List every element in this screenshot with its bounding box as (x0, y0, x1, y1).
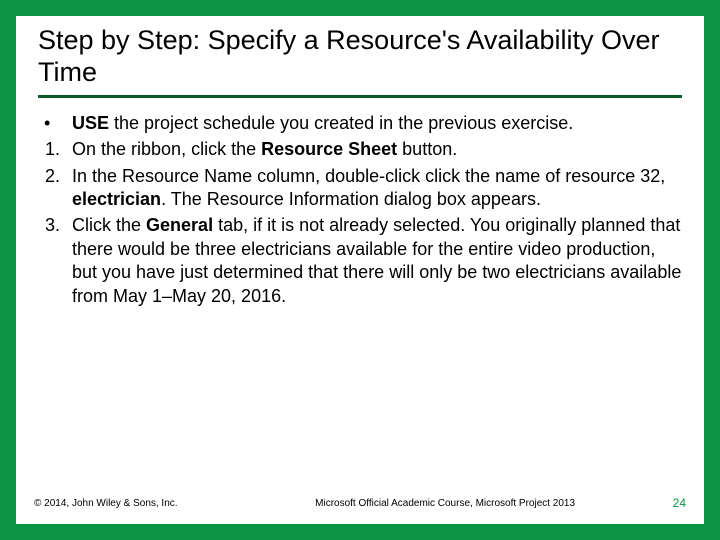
step-1: 1. On the ribbon, click the Resource She… (38, 138, 682, 161)
title-block: Step by Step: Specify a Resource's Avail… (16, 16, 704, 89)
bullet-marker: 3. (38, 214, 72, 237)
step-2: 2. In the Resource Name column, double-c… (38, 165, 682, 212)
bullet-marker: 2. (38, 165, 72, 188)
footer: © 2014, John Wiley & Sons, Inc. Microsof… (16, 496, 704, 524)
bullet-marker: 1. (38, 138, 72, 161)
bullet-text: USE the project schedule you created in … (72, 112, 682, 135)
slide-frame: Step by Step: Specify a Resource's Avail… (16, 16, 704, 524)
slide-title: Step by Step: Specify a Resource's Avail… (38, 24, 682, 89)
bullet-text: On the ribbon, click the Resource Sheet … (72, 138, 682, 161)
step-3: 3. Click the General tab, if it is not a… (38, 214, 682, 308)
bullet-text: Click the General tab, if it is not alre… (72, 214, 682, 308)
footer-copyright: © 2014, John Wiley & Sons, Inc. (34, 498, 178, 509)
bullet-use: • USE the project schedule you created i… (38, 112, 682, 135)
content-area: • USE the project schedule you created i… (16, 98, 704, 496)
bullet-marker: • (38, 112, 72, 135)
footer-page-number: 24 (673, 496, 686, 510)
footer-course: Microsoft Official Academic Course, Micr… (178, 498, 673, 509)
bullet-text: In the Resource Name column, double-clic… (72, 165, 682, 212)
